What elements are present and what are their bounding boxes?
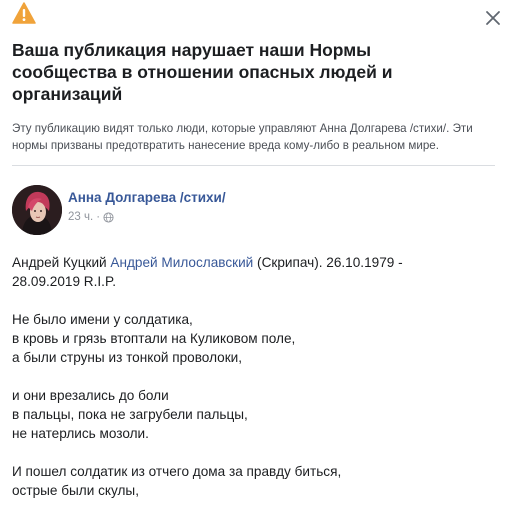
close-icon[interactable] xyxy=(484,9,502,27)
intro-middle: (Скрипач). 26.10.1979 - xyxy=(253,255,403,270)
divider xyxy=(12,165,495,166)
dialog-title: Ваша публикация нарушает наши Нормы сооб… xyxy=(12,40,393,104)
policy-violation-dialog: Ваша публикация нарушает наши Нормы сооб… xyxy=(0,0,507,498)
post-meta: 23 ч. · xyxy=(68,211,114,223)
globe-icon[interactable] xyxy=(103,211,114,223)
meta-separator: · xyxy=(96,211,101,223)
intro-prefix: Андрей Куцкий xyxy=(12,255,111,270)
poem-line: не натерлись мозоли. xyxy=(12,426,149,441)
stanza-1: Не было имени у солдатика, в кровь и гря… xyxy=(12,310,492,367)
poem-line: и они врезались до боли xyxy=(12,388,169,403)
tagged-person-link[interactable]: Андрей Милославский xyxy=(110,255,253,270)
author-name-link[interactable]: Анна Долгарева /стихи/ xyxy=(68,190,226,205)
intro-dates: 28.09.2019 R.I.P. xyxy=(12,274,117,289)
poem-line: а были струны из тонкой проволоки, xyxy=(12,350,243,365)
poem-line: острые были скулы, xyxy=(12,483,139,498)
poem-line: И пошел солдатик из отчего дома за правд… xyxy=(12,464,342,479)
avatar-image xyxy=(12,185,62,235)
dialog-subtitle: Эту публикацию видят только люди, которы… xyxy=(12,122,473,152)
poem-line: в кровь и грязь втоптали на Куликовом по… xyxy=(12,331,296,346)
stanza-3: И пошел солдатик из отчего дома за правд… xyxy=(12,462,492,500)
stanza-2: и они врезались до боли в пальцы, пока н… xyxy=(12,386,492,443)
post-time[interactable]: 23 ч. xyxy=(68,211,93,223)
post-intro: Андрей Куцкий Андрей Милославский (Скрип… xyxy=(12,253,492,291)
warning-icon xyxy=(12,2,36,24)
poem-line: в пальцы, пока не загрубели пальцы, xyxy=(12,407,248,422)
poem-line: Не было имени у солдатика, xyxy=(12,312,193,327)
post-body: Андрей Куцкий Андрей Милославский (Скрип… xyxy=(12,253,492,519)
author-avatar[interactable] xyxy=(12,185,62,235)
